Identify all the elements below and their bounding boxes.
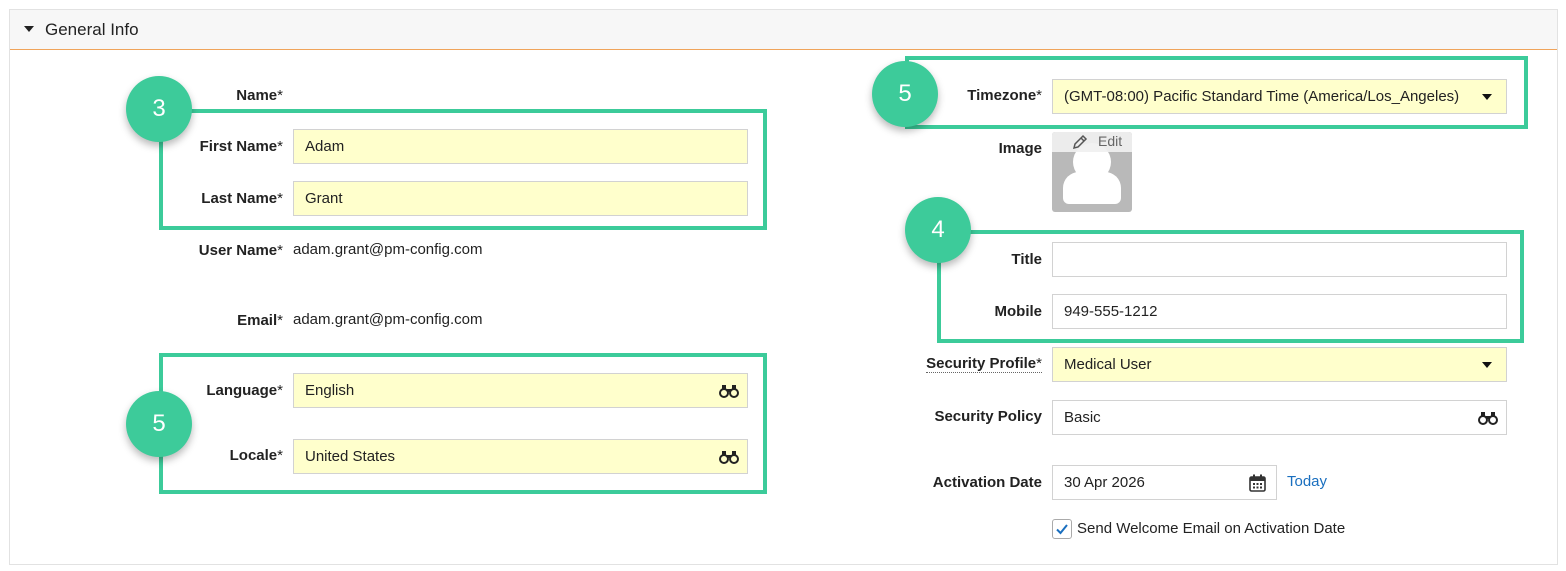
send-welcome-label[interactable]: Send Welcome Email on Activation Date bbox=[1077, 520, 1345, 537]
avatar-image[interactable]: Edit bbox=[1052, 132, 1132, 212]
section-header[interactable]: General Info bbox=[10, 10, 1557, 50]
callout-box-name-fields bbox=[159, 109, 767, 230]
section-title: General Info bbox=[45, 20, 139, 39]
image-label: Image bbox=[998, 140, 1042, 157]
email-label: Email* bbox=[237, 312, 283, 329]
user-silhouette-body bbox=[1063, 172, 1121, 204]
security-profile-select[interactable]: Medical User bbox=[1052, 347, 1507, 382]
image-edit-button[interactable]: Edit bbox=[1052, 132, 1132, 152]
email-value: adam.grant@pm-config.com bbox=[293, 311, 483, 328]
activation-date-input[interactable]: 30 Apr 2026 bbox=[1052, 465, 1277, 500]
collapse-caret-icon[interactable] bbox=[24, 26, 34, 32]
checkmark-icon bbox=[1056, 524, 1068, 535]
callout-badge-5-language: 5 bbox=[126, 391, 192, 457]
user-name-value: adam.grant@pm-config.com bbox=[293, 241, 483, 258]
security-profile-label[interactable]: Security Profile* bbox=[926, 355, 1042, 373]
callout-box-timezone bbox=[905, 56, 1528, 129]
calendar-icon[interactable] bbox=[1249, 474, 1266, 492]
pencil-icon bbox=[1072, 134, 1088, 150]
send-welcome-checkbox[interactable] bbox=[1052, 519, 1072, 539]
callout-badge-5-timezone: 5 bbox=[872, 61, 938, 127]
security-policy-lookup-field[interactable]: Basic bbox=[1052, 400, 1507, 435]
callout-box-language-locale bbox=[159, 353, 767, 494]
activation-date-label: Activation Date bbox=[932, 474, 1042, 491]
binoculars-icon[interactable] bbox=[1478, 410, 1498, 426]
name-group-label: Name* bbox=[236, 87, 283, 104]
callout-badge-4: 4 bbox=[905, 197, 971, 263]
security-policy-label: Security Policy bbox=[934, 408, 1042, 425]
dropdown-caret-icon[interactable] bbox=[1482, 362, 1492, 368]
callout-box-title-mobile bbox=[937, 230, 1524, 343]
today-link[interactable]: Today bbox=[1287, 473, 1327, 490]
user-name-label: User Name* bbox=[198, 242, 283, 259]
callout-badge-3: 3 bbox=[126, 76, 192, 142]
